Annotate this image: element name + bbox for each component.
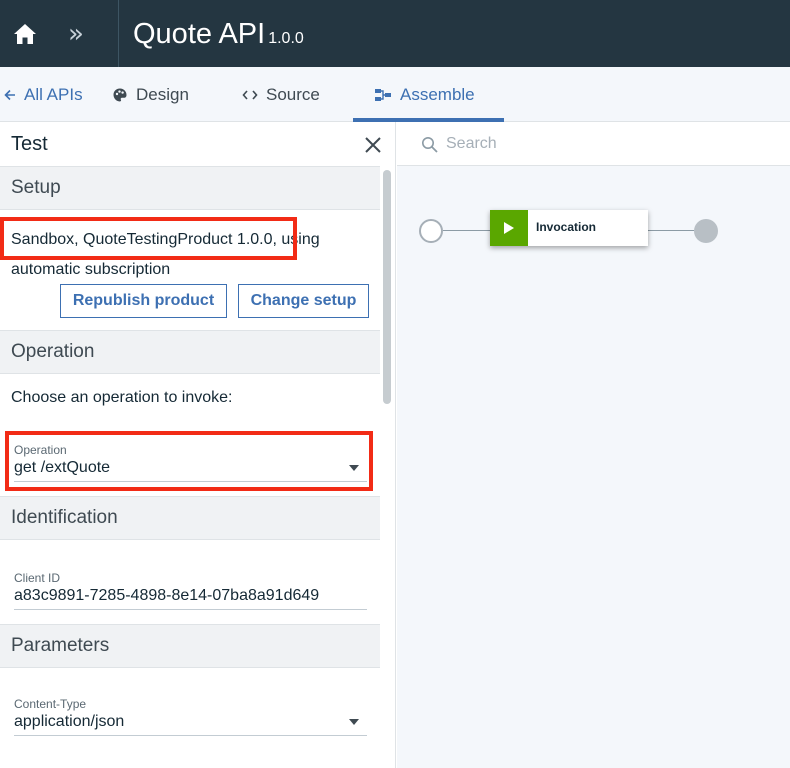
arrow-left-icon <box>4 89 16 101</box>
home-button[interactable] <box>0 0 50 67</box>
invocation-icon-box <box>490 210 528 246</box>
parameters-heading: Parameters <box>11 635 110 656</box>
flow-connector-in <box>443 230 490 231</box>
palette-icon <box>112 87 128 103</box>
expand-nav-button[interactable]: » <box>56 0 96 67</box>
test-panel-title: Test <box>11 133 48 155</box>
home-icon <box>14 23 36 44</box>
top-bar: » Quote API 1.0.0 <box>0 0 790 67</box>
tab-design[interactable]: Design <box>112 67 189 122</box>
all-apis-link[interactable]: All APIs <box>4 67 83 122</box>
content-type-select[interactable]: Content-Type application/json <box>14 697 367 736</box>
invocation-policy[interactable]: Invocation <box>490 210 648 246</box>
flow-connector-out <box>648 230 694 231</box>
highlight-box-setup <box>0 217 297 260</box>
assembly-canvas[interactable]: Search Invocation <box>397 122 790 768</box>
search-icon <box>422 137 438 153</box>
api-title: Quote API <box>133 18 266 50</box>
close-icon <box>365 137 381 153</box>
identification-section-header[interactable]: Identification <box>0 496 380 540</box>
operation-section-header[interactable]: Operation <box>0 330 380 374</box>
change-setup-button[interactable]: Change setup <box>238 284 369 318</box>
highlight-box-operation <box>5 431 373 491</box>
flow-start-node <box>419 219 443 243</box>
setup-heading: Setup <box>11 177 61 198</box>
operation-prompt: Choose an operation to invoke: <box>11 389 233 406</box>
content-type-value: application/json <box>14 713 125 730</box>
identification-heading: Identification <box>11 507 118 528</box>
header-divider <box>118 0 119 67</box>
setup-description-line2: automatic subscription <box>11 261 171 278</box>
play-icon <box>504 222 514 234</box>
invocation-label: Invocation <box>536 220 597 234</box>
double-chevron-right-icon: » <box>68 18 84 49</box>
content-type-label: Content-Type <box>14 697 87 711</box>
tab-design-label: Design <box>136 84 189 104</box>
operation-heading: Operation <box>11 341 95 362</box>
client-id-field[interactable]: Client ID a83c9891-7285-4898-8e14-07ba8a… <box>14 571 367 610</box>
panel-scrollbar[interactable] <box>383 170 391 404</box>
client-id-value: a83c9891-7285-4898-8e14-07ba8a91d649 <box>14 587 320 604</box>
code-icon <box>242 89 258 101</box>
test-panel: Test Setup Sandbox, QuoteTestingProduct … <box>0 122 396 768</box>
client-id-label: Client ID <box>14 571 61 585</box>
tab-assemble[interactable]: Assemble <box>374 67 475 122</box>
flow-end-node <box>694 219 718 243</box>
all-apis-label: All APIs <box>24 84 83 104</box>
page-title: Quote API 1.0.0 <box>133 17 304 56</box>
parameters-section-header[interactable]: Parameters <box>0 624 380 668</box>
setup-section-header[interactable]: Setup <box>0 166 380 210</box>
assemble-icon <box>374 88 392 102</box>
tab-assemble-label: Assemble <box>400 84 475 104</box>
api-version: 1.0.0 <box>268 30 304 47</box>
close-test-button[interactable] <box>362 134 384 156</box>
editor-nav: All APIs Design Source Assemble <box>0 67 790 122</box>
tab-source-label: Source <box>266 84 320 104</box>
republish-product-button[interactable]: Republish product <box>60 284 227 318</box>
tab-source[interactable]: Source <box>242 67 320 122</box>
chevron-down-icon <box>349 719 359 725</box>
search-input[interactable]: Search <box>446 135 497 153</box>
search-bar[interactable]: Search <box>397 122 790 166</box>
